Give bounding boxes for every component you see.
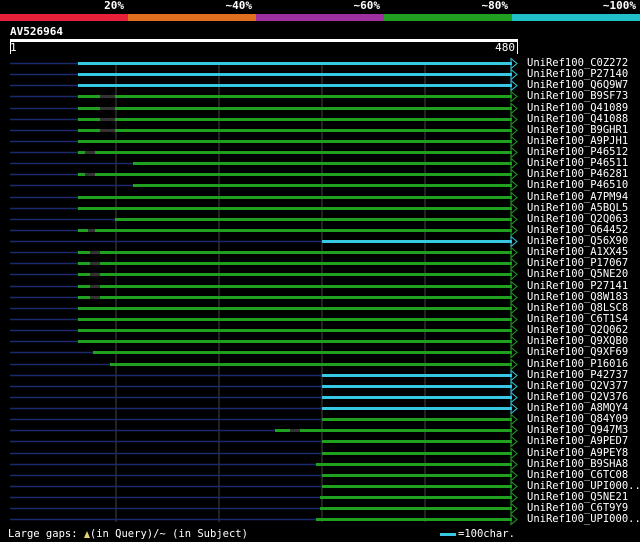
hit-label[interactable]: UniRef100_O64452 bbox=[527, 224, 628, 236]
hit-label[interactable]: UniRef100_P17067 bbox=[527, 257, 628, 269]
hit-label[interactable]: UniRef100_B9SHA8 bbox=[527, 458, 628, 470]
hit-label[interactable]: UniRef100_A7PM94 bbox=[527, 191, 628, 203]
hit-label[interactable]: UniRef100_P46512 bbox=[527, 146, 628, 158]
hit-label[interactable]: UniRef100_Q947M3 bbox=[527, 424, 628, 436]
hit-label[interactable]: UniRef100_C6T1S4 bbox=[527, 313, 628, 325]
hit-label[interactable]: UniRef100_Q56X90 bbox=[527, 235, 628, 247]
hit-label[interactable]: UniRef100_P46281 bbox=[527, 168, 628, 180]
scale-swatch bbox=[440, 532, 456, 536]
hit-label[interactable]: UniRef100_Q2V377 bbox=[527, 380, 628, 392]
hit-label[interactable]: UniRef100_Q9XF69 bbox=[527, 346, 628, 358]
hit-label[interactable]: UniRef100_P46510 bbox=[527, 179, 628, 191]
hit-label[interactable]: UniRef100_P16016 bbox=[527, 358, 628, 370]
hit-label[interactable]: UniRef100_Q2V376 bbox=[527, 391, 628, 403]
scale-legend: =100char. bbox=[440, 528, 515, 540]
in-subject-label: ~ (in Subject) bbox=[159, 528, 248, 540]
hit-label[interactable]: UniRef100_C6TC08 bbox=[527, 469, 628, 481]
hit-label[interactable]: UniRef100_UPI000.. bbox=[527, 513, 640, 525]
hit-label[interactable]: UniRef100_B9SF73 bbox=[527, 90, 628, 102]
hit-label[interactable]: UniRef100_P42737 bbox=[527, 369, 628, 381]
hit-label[interactable]: UniRef100_Q5NE20 bbox=[527, 268, 628, 280]
hit-label[interactable]: UniRef100_Q2Q062 bbox=[527, 324, 628, 336]
hit-label[interactable]: UniRef100_Q8W183 bbox=[527, 291, 628, 303]
hit-label[interactable]: UniRef100_A8MQY4 bbox=[527, 402, 628, 414]
hit-label[interactable]: UniRef100_UPI000.. bbox=[527, 480, 640, 492]
hit-label[interactable]: UniRef100_Q41089 bbox=[527, 102, 628, 114]
hit-label[interactable]: UniRef100_A5BQL5 bbox=[527, 202, 628, 214]
scale-label: =100char. bbox=[458, 528, 515, 540]
hit-label[interactable]: UniRef100_Q41088 bbox=[527, 113, 628, 125]
hit-label[interactable]: UniRef100_C0Z272 bbox=[527, 57, 628, 69]
hit-label[interactable]: UniRef100_Q6Q9W7 bbox=[527, 79, 628, 91]
hit-label[interactable]: UniRef100_A9PJH1 bbox=[527, 135, 628, 147]
hit-label[interactable]: UniRef100_Q2Q063 bbox=[527, 213, 628, 225]
hit-label[interactable]: UniRef100_A1XX45 bbox=[527, 246, 628, 258]
hit-label[interactable]: UniRef100_P46511 bbox=[527, 157, 628, 169]
hit-label[interactable]: UniRef100_Q9XQB0 bbox=[527, 335, 628, 347]
hit-label[interactable]: UniRef100_P27140 bbox=[527, 68, 628, 80]
hit-label[interactable]: UniRef100_Q5NE21 bbox=[527, 491, 628, 503]
gaps-label: Large gaps: bbox=[8, 528, 78, 540]
hit-label[interactable]: UniRef100_A9PEY8 bbox=[527, 447, 628, 459]
hit-label[interactable]: UniRef100_Q8LSC8 bbox=[527, 302, 628, 314]
gaps-legend: Large gaps: (in Query)/~ (in Subject) bbox=[8, 528, 248, 540]
hit-label[interactable]: UniRef100_P27141 bbox=[527, 280, 628, 292]
hit-label[interactable]: UniRef100_B9GHR1 bbox=[527, 124, 628, 136]
in-query-label: (in Query)/ bbox=[89, 528, 160, 540]
hit-label[interactable]: UniRef100_Q84Y09 bbox=[527, 413, 628, 425]
hit-label[interactable]: UniRef100_A9PED7 bbox=[527, 435, 628, 447]
hit-label[interactable]: UniRef100_C6T9Y9 bbox=[527, 502, 628, 514]
